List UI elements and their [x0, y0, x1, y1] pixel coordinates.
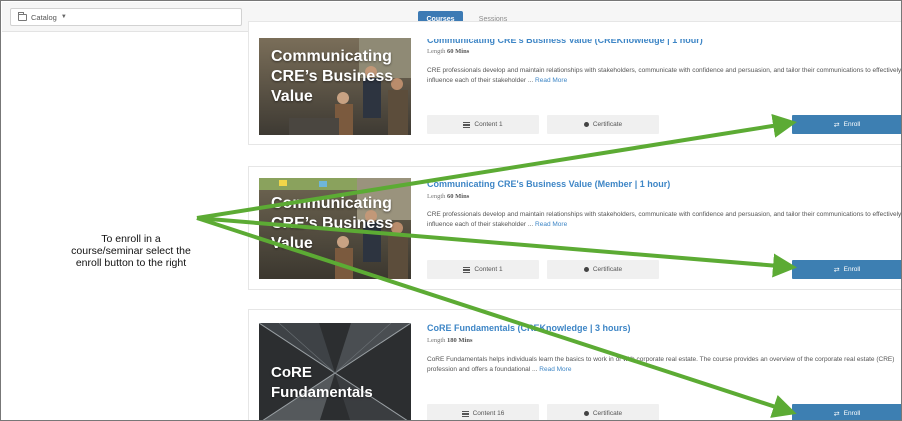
- course-card: Communicating CRE’s Business Value Commu…: [248, 21, 902, 145]
- catalog-dropdown[interactable]: Catalog ▼: [10, 8, 242, 26]
- catalog-label: Catalog: [31, 12, 57, 22]
- read-more-link[interactable]: Read More: [535, 77, 567, 84]
- certificate-label: Certificate: [592, 266, 623, 273]
- list-icon: [463, 121, 471, 128]
- course-thumbnail[interactable]: Communicating CRE’s Business Value: [259, 178, 411, 279]
- length-label: Length: [427, 337, 446, 344]
- description-text: CoRE Fundamentals helps individuals lear…: [427, 356, 895, 373]
- course-title[interactable]: Communicating CRE's Business Value (CREK…: [427, 39, 703, 45]
- swap-icon: ⇄: [833, 266, 840, 274]
- swap-icon: ⇄: [833, 410, 840, 418]
- certificate-badge: Certificate: [547, 115, 659, 134]
- length-value: 60 Mins: [447, 48, 470, 55]
- course-length: Length 60 Mins: [427, 48, 469, 55]
- read-more-link[interactable]: Read More: [539, 366, 571, 373]
- caret-down-icon: ▼: [60, 14, 67, 20]
- length-value: 180 Mins: [447, 337, 473, 344]
- course-thumbnail[interactable]: Communicating CRE’s Business Value: [259, 38, 411, 135]
- content-button[interactable]: Content 16: [427, 404, 539, 420]
- course-length: Length 180 Mins: [427, 337, 473, 344]
- enroll-button[interactable]: ⇄ Enroll: [792, 115, 901, 134]
- course-card: CoRE Fundamentals CoRE Fundamentals (CRE…: [248, 309, 901, 420]
- swap-icon: ⇄: [833, 121, 840, 129]
- enroll-button[interactable]: ⇄ Enroll: [792, 260, 901, 279]
- course-description: CRE professionals develop and maintain r…: [427, 66, 902, 86]
- enroll-instruction: To enroll in a course/seminar select the…: [71, 233, 191, 269]
- list-icon: [461, 410, 469, 417]
- course-title[interactable]: CoRE Fundamentals (CREKnowledge | 3 hour…: [427, 323, 631, 333]
- left-panel: To enroll in a course/seminar select the…: [2, 33, 247, 420]
- content-label: Content 1: [474, 266, 503, 273]
- certificate-label: Certificate: [592, 121, 623, 128]
- certificate-badge: Certificate: [547, 404, 659, 420]
- certificate-label: Certificate: [592, 410, 623, 417]
- content-button[interactable]: Content 1: [427, 260, 539, 279]
- list-icon: [463, 266, 471, 273]
- length-label: Length: [427, 48, 446, 55]
- course-thumbnail[interactable]: CoRE Fundamentals: [259, 323, 411, 420]
- certificate-icon: [583, 267, 589, 272]
- length-label: Length: [427, 193, 446, 200]
- thumbnail-title: Communicating CRE’s Business Value: [271, 48, 394, 105]
- course-description: CoRE Fundamentals helps individuals lear…: [427, 355, 901, 375]
- certificate-icon: [583, 411, 589, 416]
- read-more-link[interactable]: Read More: [535, 221, 567, 228]
- course-length: Length 60 Mins: [427, 193, 469, 200]
- enroll-button[interactable]: ⇄ Enroll: [792, 404, 901, 420]
- length-value: 60 Mins: [447, 193, 470, 200]
- thumbnail-title: CoRE Fundamentals: [271, 364, 373, 401]
- enroll-label: Enroll: [843, 410, 861, 417]
- app-frame: Catalog ▼ Courses Sessions To enroll in …: [0, 0, 902, 421]
- description-text: CRE professionals develop and maintain r…: [427, 67, 902, 84]
- folder-icon: [18, 11, 27, 21]
- content-label: Content 1: [474, 121, 503, 128]
- course-description: CRE professionals develop and maintain r…: [427, 210, 902, 230]
- content-label: Content 16: [472, 410, 505, 417]
- description-text: CRE professionals develop and maintain r…: [427, 211, 902, 228]
- course-title[interactable]: Communicating CRE's Business Value (Memb…: [427, 179, 670, 189]
- content-button[interactable]: Content 1: [427, 115, 539, 134]
- enroll-label: Enroll: [843, 121, 861, 128]
- certificate-badge: Certificate: [547, 260, 659, 279]
- enroll-label: Enroll: [843, 266, 861, 273]
- course-card: Communicating CRE’s Business Value Commu…: [248, 166, 902, 290]
- thumbnail-title: Communicating CRE’s Business Value: [271, 195, 394, 252]
- certificate-icon: [583, 122, 589, 127]
